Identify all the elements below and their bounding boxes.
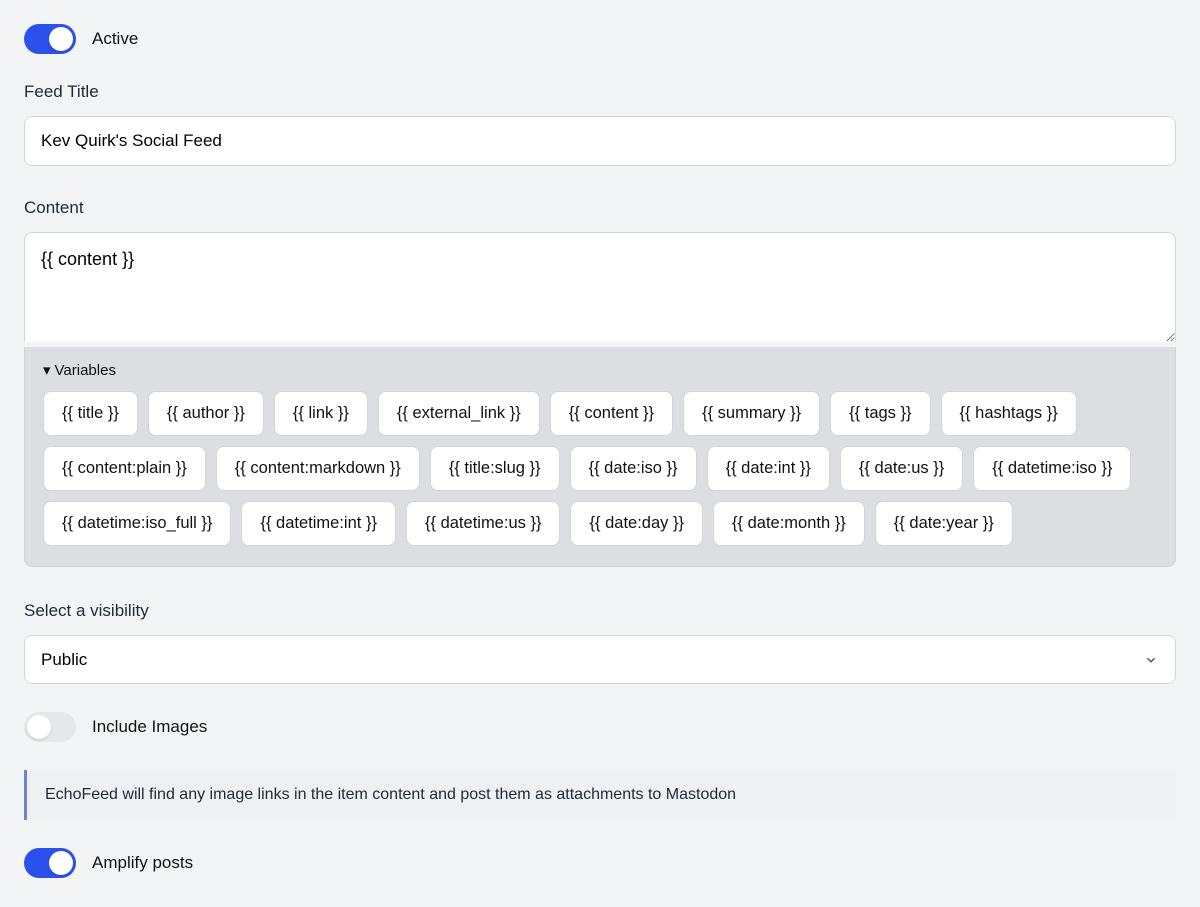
variable-chip[interactable]: {{ tags }} (830, 391, 930, 436)
visibility-select[interactable]: Public (24, 635, 1176, 684)
caret-down-icon: ▾ (43, 361, 51, 379)
variable-chip[interactable]: {{ datetime:iso }} (973, 446, 1131, 491)
amplify-posts-toggle[interactable] (24, 848, 76, 878)
content-textarea[interactable] (24, 232, 1176, 342)
variables-panel: ▾ Variables {{ title }}{{ author }}{{ li… (24, 347, 1176, 567)
visibility-label: Select a visibility (24, 601, 1176, 621)
variable-chip[interactable]: {{ date:iso }} (570, 446, 697, 491)
variable-chip[interactable]: {{ summary }} (683, 391, 820, 436)
variables-chip-row: {{ title }}{{ author }}{{ link }}{{ exte… (43, 391, 1157, 546)
variable-chip[interactable]: {{ external_link }} (378, 391, 540, 436)
variable-chip[interactable]: {{ content }} (550, 391, 673, 436)
toggle-knob (27, 715, 51, 739)
variables-header-text: Variables (55, 362, 116, 379)
variable-chip[interactable]: {{ date:int }} (707, 446, 830, 491)
feed-title-label: Feed Title (24, 82, 1176, 102)
variable-chip[interactable]: {{ datetime:int }} (241, 501, 396, 546)
feed-title-input[interactable] (24, 116, 1176, 166)
variable-chip[interactable]: {{ date:day }} (570, 501, 703, 546)
active-label: Active (92, 29, 138, 49)
variable-chip[interactable]: {{ title }} (43, 391, 138, 436)
variable-chip[interactable]: {{ title:slug }} (430, 446, 560, 491)
variable-chip[interactable]: {{ datetime:us }} (406, 501, 561, 546)
variable-chip[interactable]: {{ datetime:iso_full }} (43, 501, 231, 546)
content-label: Content (24, 198, 1176, 218)
variables-toggle[interactable]: ▾ Variables (43, 361, 1157, 379)
toggle-knob (49, 27, 73, 51)
include-images-label: Include Images (92, 717, 207, 737)
variable-chip[interactable]: {{ link }} (274, 391, 368, 436)
toggle-knob (49, 851, 73, 875)
include-images-help: EchoFeed will find any image links in th… (24, 770, 1176, 820)
amplify-posts-label: Amplify posts (92, 853, 193, 873)
variable-chip[interactable]: {{ content:markdown }} (216, 446, 420, 491)
variable-chip[interactable]: {{ author }} (148, 391, 264, 436)
variable-chip[interactable]: {{ hashtags }} (941, 391, 1077, 436)
include-images-toggle[interactable] (24, 712, 76, 742)
variable-chip[interactable]: {{ date:month }} (713, 501, 865, 546)
variable-chip[interactable]: {{ date:year }} (875, 501, 1013, 546)
variable-chip[interactable]: {{ content:plain }} (43, 446, 206, 491)
variable-chip[interactable]: {{ date:us }} (840, 446, 963, 491)
active-toggle[interactable] (24, 24, 76, 54)
